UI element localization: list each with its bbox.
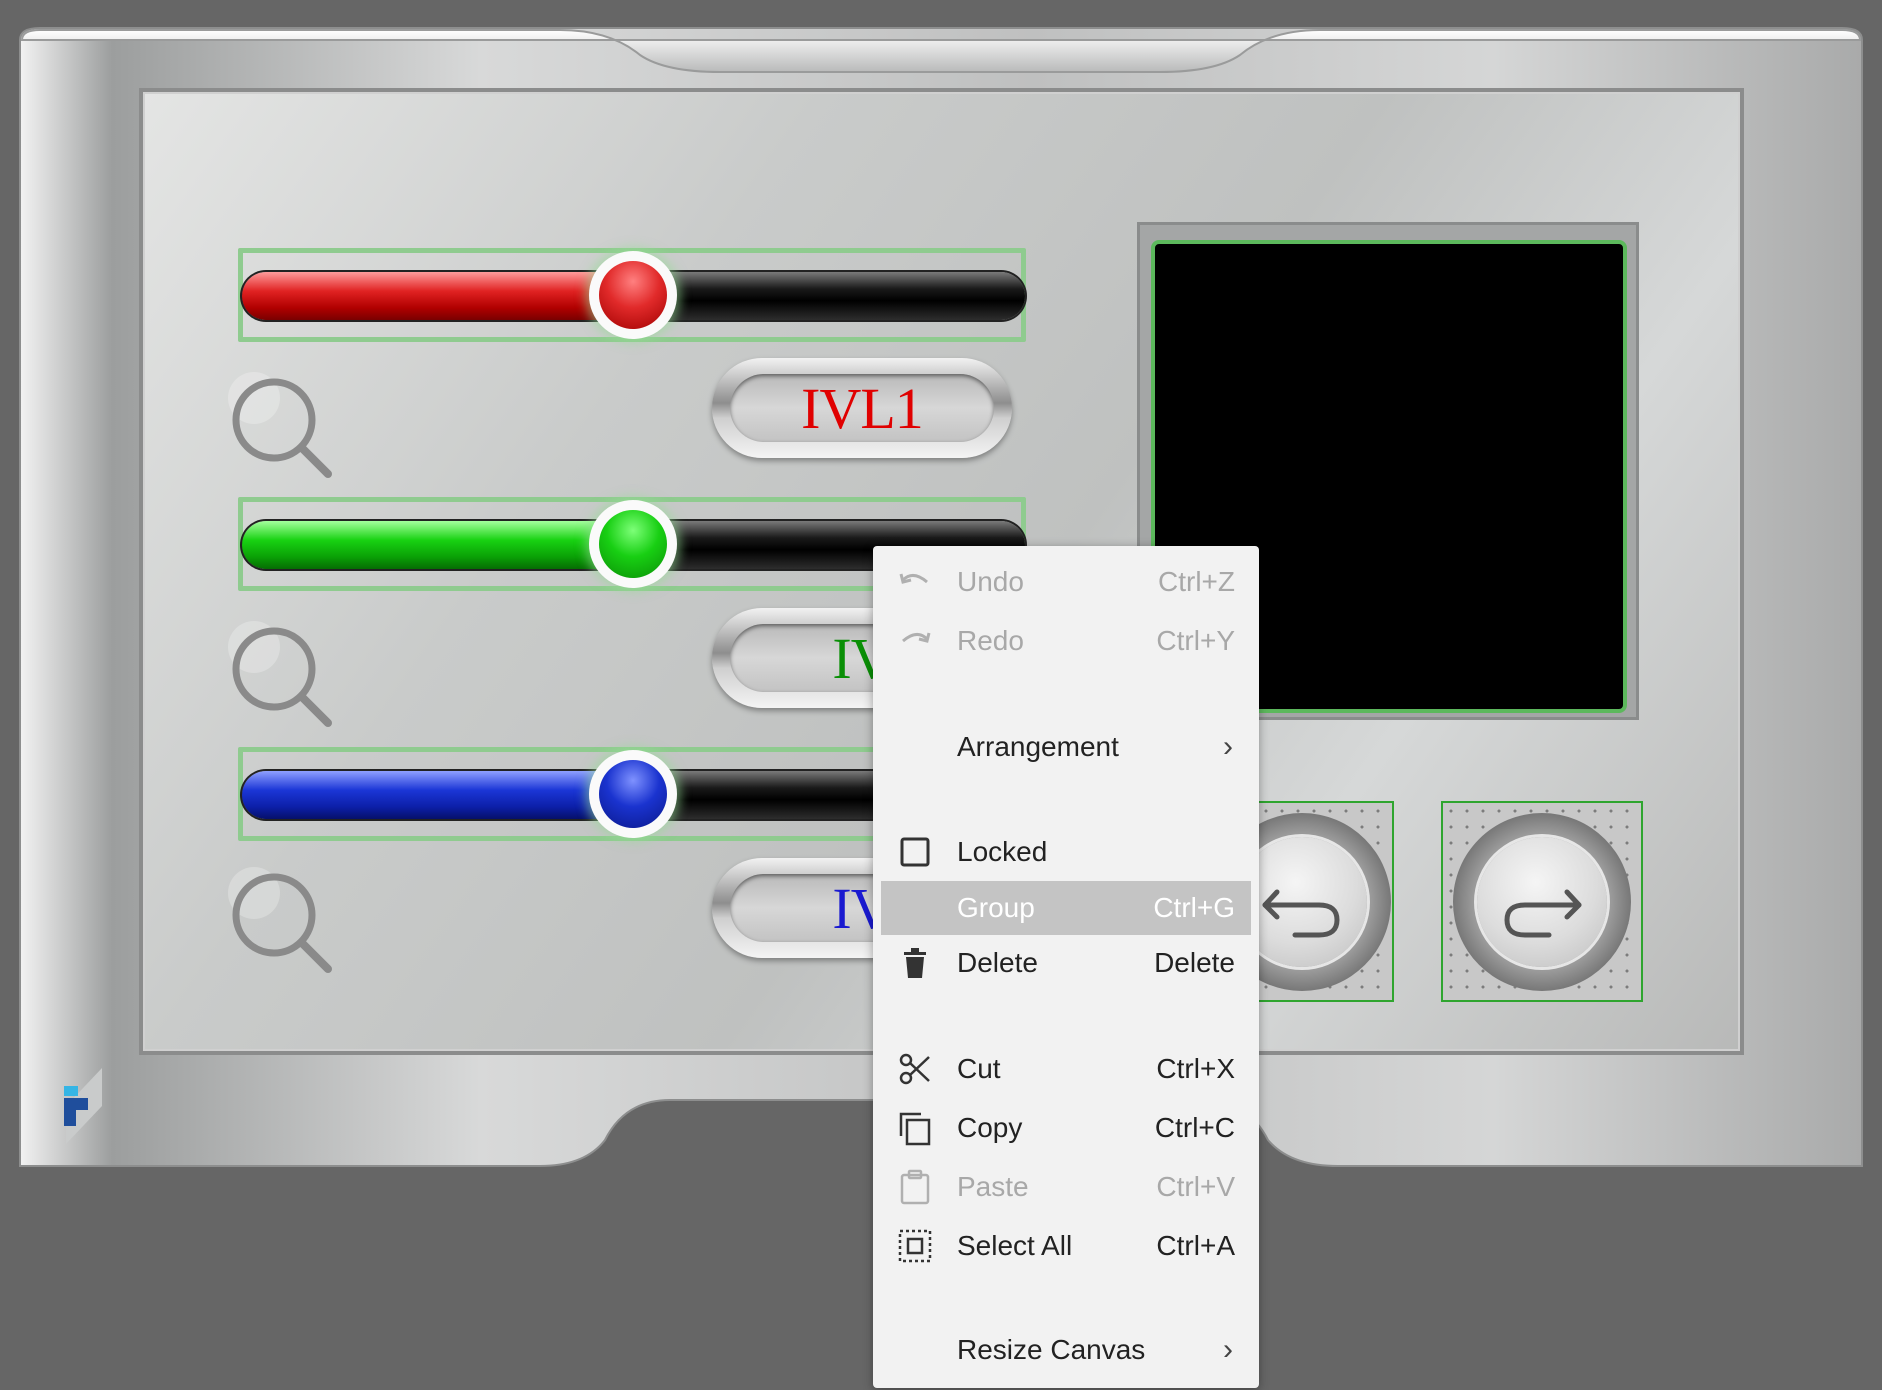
scissors-icon	[897, 1051, 933, 1087]
menu-item-label: Delete	[957, 947, 1038, 978]
menu-item-label: Resize Canvas	[957, 1334, 1146, 1365]
menu-item-copy[interactable]: Copy Ctrl+C	[881, 1101, 1251, 1155]
menu-item-shortcut: Ctrl+Z	[1158, 566, 1235, 597]
menu-item-label: Arrangement	[957, 731, 1119, 762]
menu-item-label: Redo	[957, 625, 1024, 656]
menu-item-label: Select All	[957, 1230, 1073, 1261]
menu-item-cut[interactable]: Cut Ctrl+X	[881, 1042, 1251, 1096]
blue-slider-fill	[242, 771, 633, 819]
menu-item-label: Undo	[957, 566, 1024, 597]
red-slider-fill	[242, 272, 633, 320]
clipboard-icon	[897, 1169, 933, 1205]
menu-item-delete[interactable]: Delete Delete	[881, 936, 1251, 990]
trash-icon	[897, 945, 933, 981]
app-logo	[64, 1068, 102, 1144]
value-display: IVL1	[712, 358, 1012, 458]
chevron-right-icon: ›	[1223, 730, 1233, 763]
menu-item-label: Copy	[957, 1112, 1023, 1143]
blue-slider-knob[interactable]	[589, 750, 677, 838]
menu-item-label: Paste	[957, 1171, 1029, 1202]
context-menu: Undo Ctrl+Z Redo Ctrl+Y Arrangement › Lo…	[873, 546, 1259, 1388]
menu-item-shortcut: Delete	[1154, 947, 1235, 978]
select-all-icon	[897, 1228, 933, 1264]
menu-item-label: Group	[957, 892, 1035, 923]
value-display-text: IVL1	[730, 374, 994, 442]
redo-icon	[897, 623, 933, 659]
menu-item-select-all[interactable]: Select All Ctrl+A	[881, 1219, 1251, 1273]
menu-item-label: Locked	[957, 836, 1048, 867]
undo-icon	[897, 564, 933, 600]
menu-item-locked[interactable]: Locked	[881, 825, 1251, 879]
menu-item-shortcut: Ctrl+C	[1154, 1112, 1235, 1143]
menu-item-group[interactable]: Group Ctrl+G	[881, 881, 1251, 935]
magnifier-icon[interactable]	[226, 865, 336, 975]
menu-item-shortcut: Ctrl+A	[1156, 1230, 1235, 1261]
menu-item-shortcut: Ctrl+V	[1156, 1171, 1235, 1202]
menu-item-undo[interactable]: Undo Ctrl+Z	[881, 555, 1251, 609]
menu-item-redo[interactable]: Redo Ctrl+Y	[881, 614, 1251, 668]
magnifier-icon[interactable]	[226, 619, 336, 729]
menu-item-arrangement[interactable]: Arrangement ›	[881, 720, 1251, 774]
copy-icon	[897, 1110, 933, 1146]
checkbox-icon	[897, 834, 933, 870]
green-slider-fill	[242, 521, 633, 569]
chevron-right-icon: ›	[1223, 1333, 1233, 1366]
redo-arrow-icon	[1504, 889, 1582, 938]
redo-round-button-face	[1477, 837, 1607, 967]
redo-round-button[interactable]	[1453, 813, 1631, 991]
red-slider-knob[interactable]	[589, 251, 677, 339]
magnifier-icon[interactable]	[226, 370, 336, 480]
menu-item-paste[interactable]: Paste Ctrl+V	[881, 1160, 1251, 1214]
menu-item-shortcut: Ctrl+G	[1153, 892, 1235, 923]
menu-item-resize-canvas[interactable]: Resize Canvas ›	[881, 1323, 1251, 1377]
menu-item-label: Cut	[957, 1053, 1001, 1084]
menu-item-shortcut: Ctrl+X	[1156, 1053, 1235, 1084]
menu-item-shortcut: Ctrl+Y	[1156, 625, 1235, 656]
green-slider-knob[interactable]	[589, 500, 677, 588]
